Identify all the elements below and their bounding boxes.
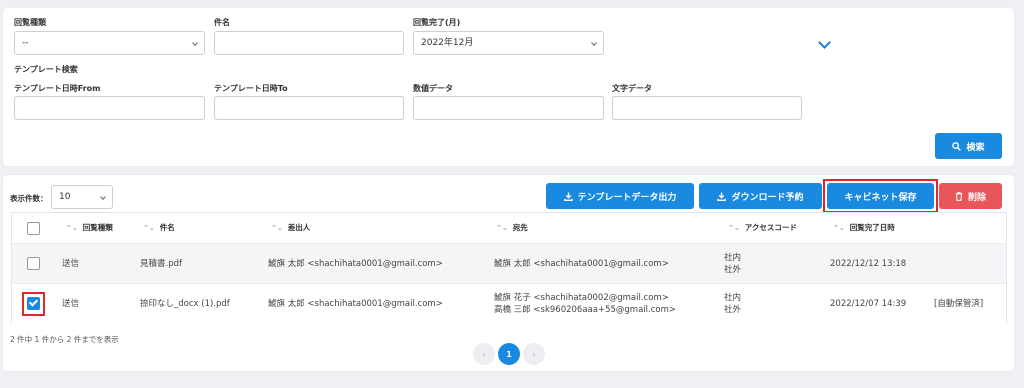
numeric-data-label: 数値データ xyxy=(413,84,453,93)
chevron-down-icon xyxy=(192,40,198,46)
cell-access-code: 社内 社外 xyxy=(724,293,742,315)
chevron-down-icon xyxy=(591,40,597,46)
template-date-to-label: テンプレート日時To xyxy=(214,84,288,93)
cell-note: [自動保管済] xyxy=(934,299,984,309)
column-header-type[interactable]: ⌃⌄ 回覧種類 xyxy=(66,213,113,243)
page-button-current[interactable]: 1 xyxy=(498,343,520,365)
cell-type: 送信 xyxy=(62,258,80,269)
page-next-button[interactable]: › xyxy=(523,343,545,365)
sort-icon: ⌃⌄ xyxy=(728,223,740,232)
trash-icon xyxy=(955,191,963,201)
cell-subject[interactable]: 捺印なし_docx (1).pdf xyxy=(140,284,230,324)
page-prev-button[interactable]: ‹ xyxy=(473,343,495,365)
download-reserve-button[interactable]: ダウンロード予約 xyxy=(699,183,822,209)
column-header-sender[interactable]: ⌃⌄ 差出人 xyxy=(271,213,310,243)
page-size-select[interactable]: 10 xyxy=(51,185,113,209)
chevron-down-icon xyxy=(100,194,106,200)
completed-month-label: 回覧完了(月) xyxy=(413,18,461,27)
cell-sender: 鯱旗 太郎 <shachihata0001@gmail.com> xyxy=(268,299,443,309)
column-header-access-code[interactable]: ⌃⌄ アクセスコード xyxy=(728,213,797,243)
table-row[interactable]: 送信 見積書.pdf 鯱旗 太郎 <shachihata0001@gmail.c… xyxy=(12,244,1006,284)
cell-recipient: 鯱旗 太郎 <shachihata0001@gmail.com> xyxy=(494,258,669,269)
download-icon xyxy=(563,191,573,201)
column-header-completed[interactable]: ⌃⌄ 回覧完了日時 xyxy=(833,213,895,243)
cell-recipient: 鯱旗 花子 <shachihata0002@gmail.com> 高橋 三郎 <… xyxy=(494,293,676,315)
sort-icon: ⌃⌄ xyxy=(66,223,78,232)
sort-icon: ⌃⌄ xyxy=(833,223,845,232)
column-header-recipient[interactable]: ⌃⌄ 宛先 xyxy=(496,213,528,243)
result-summary: 2 件中 1 件から 2 件までを表示 xyxy=(10,335,119,344)
text-data-input[interactable] xyxy=(612,96,802,120)
kairan-type-value: -- xyxy=(22,38,29,48)
sort-icon: ⌃⌄ xyxy=(271,223,283,232)
cell-sender: 鯱旗 太郎 <shachihata0001@gmail.com> xyxy=(268,258,443,269)
search-panel: 回覧種類 -- 件名 回覧完了(月) 2022年12月 テンプレート検索 テンプ… xyxy=(3,8,1014,166)
cell-subject[interactable]: 見積書.pdf xyxy=(140,244,182,283)
cell-type: 送信 xyxy=(62,299,80,309)
checkbox-highlight xyxy=(22,292,45,316)
sort-icon: ⌃⌄ xyxy=(143,223,155,232)
completed-month-value: 2022年12月 xyxy=(421,38,474,48)
search-icon xyxy=(952,141,962,151)
subject-label: 件名 xyxy=(214,18,230,27)
template-search-label: テンプレート検索 xyxy=(14,65,78,74)
column-header-subject[interactable]: ⌃⌄ 件名 xyxy=(143,213,175,243)
table-row[interactable]: 送信 捺印なし_docx (1).pdf 鯱旗 太郎 <shachihata00… xyxy=(12,284,1006,324)
template-date-from-label: テンプレート日時From xyxy=(14,84,101,93)
numeric-data-input[interactable] xyxy=(413,96,604,120)
sort-icon: ⌃⌄ xyxy=(496,223,508,232)
cell-access-code: 社内 社外 xyxy=(724,252,742,275)
template-date-from-input[interactable] xyxy=(14,96,205,120)
text-data-label: 文字データ xyxy=(612,84,652,93)
select-all-checkbox[interactable] xyxy=(27,222,40,235)
page-size-label: 表示件数： xyxy=(10,194,48,203)
subject-input[interactable] xyxy=(214,31,404,55)
result-table: ⌃⌄ 回覧種類 ⌃⌄ 件名 ⌃⌄ 差出人 ⌃⌄ 宛先 ⌃⌄ アクセスコード ⌃⌄ 回覧完了日… xyxy=(11,212,1007,324)
delete-button[interactable]: 削除 xyxy=(939,183,1002,209)
kairan-type-label: 回覧種類 xyxy=(14,18,46,27)
cell-completed: 2022/12/07 14:39 xyxy=(830,299,907,309)
search-button[interactable]: 検索 xyxy=(935,133,1002,159)
cell-completed: 2022/12/12 13:18 xyxy=(830,258,907,269)
row-checkbox[interactable] xyxy=(27,257,40,270)
completed-month-select[interactable]: 2022年12月 xyxy=(413,31,604,55)
cabinet-save-highlight xyxy=(823,179,938,213)
pagination: ‹ 1 › xyxy=(473,343,545,365)
download-icon xyxy=(717,191,727,201)
kairan-type-select[interactable]: -- xyxy=(14,31,205,55)
expand-chevron-icon[interactable] xyxy=(818,36,831,49)
template-date-to-input[interactable] xyxy=(214,96,404,120)
template-export-button[interactable]: テンプレートデータ出力 xyxy=(546,183,694,209)
table-header: ⌃⌄ 回覧種類 ⌃⌄ 件名 ⌃⌄ 差出人 ⌃⌄ 宛先 ⌃⌄ アクセスコード ⌃⌄ 回覧完了日… xyxy=(12,213,1006,244)
result-panel: 表示件数： 10 テンプレートデータ出力 ダウンロード予約 キャビネット保存 削… xyxy=(3,175,1014,371)
